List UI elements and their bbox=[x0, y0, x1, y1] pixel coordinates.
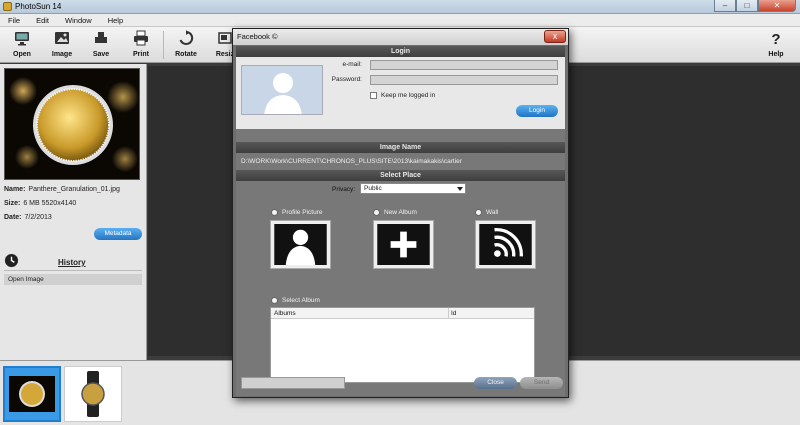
albums-table-header bbox=[271, 308, 534, 319]
password-label: Password: bbox=[331, 76, 362, 83]
new-album-tile[interactable] bbox=[373, 220, 434, 269]
help-button[interactable]: ? Help bbox=[756, 30, 796, 58]
menu-help[interactable]: Help bbox=[100, 14, 131, 26]
file-date-value: 7/2/2013 bbox=[24, 214, 52, 221]
menu-file[interactable]: File bbox=[0, 14, 28, 26]
image-name-header: Image Name bbox=[236, 142, 565, 153]
radio-profile-picture[interactable] bbox=[271, 209, 278, 216]
dialog-close-button[interactable]: x bbox=[544, 30, 566, 43]
password-field[interactable] bbox=[370, 75, 558, 85]
menu-window[interactable]: Window bbox=[57, 14, 100, 26]
monitor-icon bbox=[15, 32, 29, 46]
email-label: e-mail: bbox=[342, 61, 362, 68]
dialog-title: Facebook © bbox=[237, 32, 278, 41]
maximize-button[interactable]: □ bbox=[736, 0, 758, 12]
file-name-row: Name: Panthere_Granulation_01.jpg bbox=[4, 186, 120, 193]
column-separator bbox=[448, 308, 449, 319]
save-icon bbox=[95, 32, 107, 43]
select-album-label: Select Album bbox=[282, 297, 320, 304]
privacy-select[interactable]: Public bbox=[360, 183, 466, 194]
image-preview bbox=[4, 68, 140, 180]
file-name-value: Panthere_Granulation_01.jpg bbox=[28, 186, 120, 193]
picture-icon bbox=[55, 32, 69, 44]
plus-icon bbox=[377, 224, 430, 265]
avatar bbox=[241, 65, 323, 115]
login-header: Login bbox=[236, 46, 565, 57]
privacy-label: Privacy: bbox=[332, 186, 356, 193]
window-controls: – □ ✕ bbox=[714, 0, 796, 14]
wall-label: Wall bbox=[486, 209, 499, 216]
select-place-header: Select Place bbox=[236, 170, 565, 181]
id-column-header[interactable]: Id bbox=[451, 308, 456, 319]
albums-table[interactable]: Albums Id bbox=[270, 307, 535, 383]
email-field[interactable] bbox=[370, 60, 558, 70]
image-info-panel: Name: Panthere_Granulation_01.jpg Size: 6 … bbox=[0, 64, 147, 360]
svg-text:?: ? bbox=[771, 31, 780, 46]
user-silhouette-icon bbox=[274, 224, 327, 265]
albums-column-header[interactable]: Albums bbox=[274, 308, 296, 319]
window-title: PhotoSun 14 bbox=[15, 2, 62, 11]
send-button[interactable]: Send bbox=[520, 377, 563, 389]
image-button[interactable]: Image bbox=[42, 30, 82, 58]
history-divider bbox=[4, 270, 142, 271]
window-close-button[interactable]: ✕ bbox=[758, 0, 796, 12]
radio-new-album[interactable] bbox=[373, 209, 380, 216]
menu-edit[interactable]: Edit bbox=[28, 14, 57, 26]
radio-select-album[interactable] bbox=[271, 297, 278, 304]
watch-preview-image bbox=[5, 69, 139, 179]
watch-black-thumbnail bbox=[65, 367, 121, 421]
facebook-dialog: Facebook © x Login e-mail: Password: Kee… bbox=[232, 28, 569, 398]
title-bar: PhotoSun 14 – □ ✕ bbox=[0, 0, 800, 14]
file-size-value: 6 MB 5520x4140 bbox=[23, 200, 77, 207]
printer-icon bbox=[134, 30, 148, 46]
question-icon: ? bbox=[771, 31, 780, 46]
keep-logged-in-checkbox[interactable] bbox=[370, 92, 377, 99]
resize-icon bbox=[218, 32, 232, 44]
login-button[interactable]: Login bbox=[516, 105, 558, 117]
privacy-value: Public bbox=[364, 185, 382, 192]
login-section: e-mail: Password: Keep me logged in Logi… bbox=[236, 57, 565, 129]
profile-picture-label: Profile Picture bbox=[282, 209, 323, 216]
toolbar-separator bbox=[163, 31, 164, 59]
rotate-icon bbox=[179, 30, 194, 45]
close-button[interactable]: Close bbox=[474, 377, 517, 389]
file-size-row: Size: 6 MB 5520x4140 bbox=[4, 200, 77, 207]
dialog-body: Login e-mail: Password: Keep me logged i… bbox=[236, 46, 565, 396]
wall-tile[interactable] bbox=[475, 220, 536, 269]
minimize-button[interactable]: – bbox=[714, 0, 736, 12]
thumbnail-selected[interactable] bbox=[3, 366, 61, 422]
history-title: History bbox=[58, 258, 86, 267]
history-icon bbox=[4, 253, 19, 268]
new-album-label: New Album bbox=[384, 209, 417, 216]
open-button[interactable]: Open bbox=[2, 30, 42, 58]
profile-picture-tile[interactable] bbox=[270, 220, 331, 269]
dialog-title-bar: Facebook © x bbox=[233, 29, 568, 45]
rotate-button[interactable]: Rotate bbox=[166, 30, 206, 58]
user-silhouette-icon bbox=[242, 66, 322, 114]
file-date-row: Date: 7/2/2013 bbox=[4, 214, 52, 221]
thumbnail[interactable] bbox=[64, 366, 122, 422]
rss-feed-icon bbox=[479, 224, 532, 265]
keep-logged-in-label: Keep me logged in bbox=[381, 92, 436, 99]
watch-gold-thumbnail bbox=[5, 368, 59, 420]
progress-bar bbox=[241, 377, 345, 389]
radio-wall[interactable] bbox=[475, 209, 482, 216]
print-button[interactable]: Print bbox=[121, 30, 161, 58]
metadata-button[interactable]: Metadata bbox=[94, 228, 142, 240]
history-item[interactable]: Open Image bbox=[4, 274, 142, 285]
app-icon bbox=[3, 2, 12, 11]
save-button[interactable]: Save bbox=[81, 30, 121, 58]
menu-bar: File Edit Window Help bbox=[0, 14, 800, 27]
image-path: D:\WORK\Work\CURRENT\CHRONOS_PLUS\SITE\2… bbox=[241, 158, 462, 165]
chevron-down-icon bbox=[457, 187, 463, 191]
